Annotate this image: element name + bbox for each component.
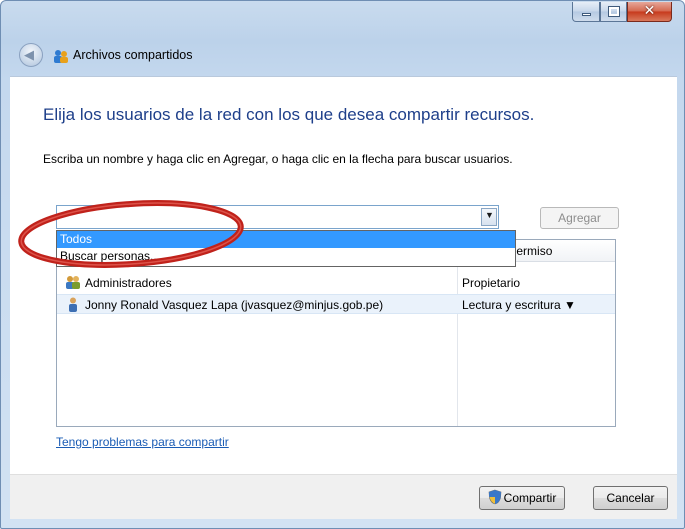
minimize-icon: [582, 13, 591, 16]
user-dropdown-list: Todos Buscar personas...: [56, 230, 516, 267]
share-list-table: Nivel de permiso Administradores Propiet…: [56, 239, 616, 427]
dropdown-option-todos[interactable]: Todos: [57, 231, 515, 248]
group-icon: [66, 276, 80, 289]
minimize-button[interactable]: [572, 2, 600, 22]
table-row[interactable]: Jonny Ronald Vasquez Lapa (jvasquez@minj…: [57, 294, 615, 314]
maximize-button[interactable]: [600, 2, 627, 22]
close-button[interactable]: ✕: [627, 2, 672, 22]
shield-icon: [488, 489, 501, 505]
row-permission: Propietario: [462, 276, 521, 290]
table-row[interactable]: Administradores Propietario: [57, 273, 615, 293]
page-heading: Elija los usuarios de la red con los que…: [43, 105, 535, 124]
user-name-combobox[interactable]: ▼: [56, 205, 499, 229]
user-name-input[interactable]: [57, 206, 477, 227]
add-button[interactable]: Agregar: [540, 207, 619, 229]
permission-dropdown[interactable]: Lectura y escritura ▼: [462, 295, 576, 315]
dialog-window: ✕ ◀ Archivos compartidos Elija los usuar…: [0, 0, 685, 529]
row-name-cell: Jonny Ronald Vasquez Lapa (jvasquez@minj…: [65, 295, 383, 315]
instructions-text: Escriba un nombre y haga clic en Agregar…: [43, 152, 513, 166]
chevron-down-icon: ▼: [485, 210, 494, 220]
row-name-cell: Administradores: [65, 273, 172, 293]
close-icon: ✕: [643, 2, 656, 18]
content-panel: Elija los usuarios de la red con los que…: [10, 76, 677, 474]
back-arrow-icon: ◀: [24, 47, 34, 62]
help-link[interactable]: Tengo problemas para compartir: [56, 435, 229, 449]
dropdown-option-buscar-personas[interactable]: Buscar personas...: [57, 248, 515, 265]
dropdown-button[interactable]: ▼: [481, 208, 497, 226]
button-bar: Compartir Cancelar: [10, 474, 677, 519]
cancel-button[interactable]: Cancelar: [593, 486, 668, 510]
share-button[interactable]: Compartir: [479, 486, 565, 510]
maximize-icon: [608, 6, 620, 17]
title-bar: ✕: [1, 1, 684, 31]
shared-files-icon: [54, 50, 68, 63]
row-name: Administradores: [85, 276, 172, 290]
user-icon: [69, 297, 77, 312]
share-button-label: Compartir: [503, 491, 557, 505]
back-button[interactable]: ◀: [19, 43, 43, 67]
window-title: Archivos compartidos: [73, 48, 193, 62]
row-name: Jonny Ronald Vasquez Lapa (jvasquez@minj…: [85, 298, 384, 312]
